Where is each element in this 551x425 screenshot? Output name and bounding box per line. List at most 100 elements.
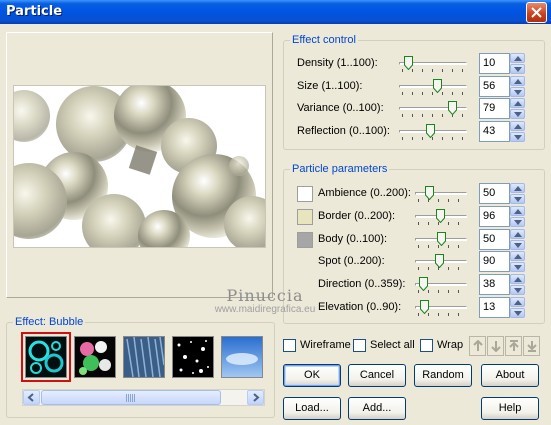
move-down-button[interactable] [487, 336, 504, 356]
elevation-down-button[interactable] [510, 308, 525, 318]
particle-dialog: Particle Effect control Density (1..100)… [0, 0, 551, 425]
variance-value[interactable]: 79 [479, 98, 510, 119]
variance-up-button[interactable] [510, 98, 525, 108]
body-up-button[interactable] [510, 229, 525, 239]
spot-value[interactable]: 90 [479, 251, 510, 272]
reflection-up-button[interactable] [510, 121, 525, 131]
effect-group-title: Effect: Bubble [13, 316, 86, 328]
wireframe-checkbox[interactable]: Wireframe [283, 338, 353, 354]
size-value[interactable]: 56 [479, 76, 510, 97]
reflection-label: Reflection (0..100): [297, 125, 390, 137]
direction-down-button[interactable] [510, 285, 525, 295]
spot-spinbox[interactable]: 90 [479, 251, 525, 272]
ambience-spinbox[interactable]: 50 [479, 183, 525, 204]
title-bar[interactable]: Particle [0, 0, 551, 24]
border-up-button[interactable] [510, 206, 525, 216]
reflection-slider[interactable] [399, 124, 467, 140]
direction-value[interactable]: 38 [479, 274, 510, 295]
ok-button[interactable]: OK [283, 364, 341, 387]
move-top-button[interactable] [505, 336, 522, 356]
watermark: Pinuccia www.maidiregrafica.eu [185, 286, 345, 315]
size-slider[interactable] [399, 79, 467, 95]
density-up-button[interactable] [510, 53, 525, 63]
density-spinbox[interactable]: 10 [479, 53, 525, 74]
body-slider[interactable] [415, 232, 467, 248]
direction-spinbox[interactable]: 38 [479, 274, 525, 295]
effect-thumb-bubble[interactable] [21, 332, 71, 382]
border-value[interactable]: 96 [479, 206, 510, 227]
border-down-button[interactable] [510, 217, 525, 227]
help-button[interactable]: Help [481, 397, 539, 420]
wireframe-label: Wireframe [300, 339, 351, 351]
slider-thumb-icon[interactable] [404, 56, 413, 70]
body-spinbox[interactable]: 50 [479, 229, 525, 250]
size-up-button[interactable] [510, 76, 525, 86]
reflection-value[interactable]: 43 [479, 121, 510, 142]
variance-down-button[interactable] [510, 109, 525, 119]
spot-slider[interactable] [415, 254, 467, 270]
effect-thumb-rain[interactable] [123, 336, 165, 378]
wrap-checkbox[interactable]: Wrap [420, 338, 468, 354]
arrow-down-icon [514, 112, 522, 117]
variance-spinbox[interactable]: 79 [479, 98, 525, 119]
scroll-left-button[interactable] [23, 390, 40, 405]
move-bottom-button[interactable] [523, 336, 540, 356]
effect-scrollbar[interactable] [22, 389, 265, 406]
body-label: Body (0..100): [318, 233, 388, 245]
effect-thumb-sky[interactable] [221, 336, 263, 378]
cancel-button[interactable]: Cancel [348, 364, 406, 387]
move-up-button[interactable] [469, 336, 486, 356]
elevation-up-button[interactable] [510, 297, 525, 307]
slider-thumb-icon[interactable] [437, 232, 446, 246]
direction-slider[interactable] [415, 277, 467, 293]
slider-thumb-icon[interactable] [425, 186, 434, 200]
direction-up-button[interactable] [510, 274, 525, 284]
scroll-thumb[interactable] [41, 390, 221, 405]
elevation-spinbox[interactable]: 13 [479, 297, 525, 318]
arrow-up-icon [514, 79, 522, 84]
close-button[interactable] [526, 2, 547, 23]
spot-down-button[interactable] [510, 262, 525, 272]
border-spinbox[interactable]: 96 [479, 206, 525, 227]
variance-slider[interactable] [399, 101, 467, 117]
about-button[interactable]: About [481, 364, 539, 387]
ambience-color-swatch[interactable] [297, 186, 313, 202]
effect-thumb-stars[interactable] [172, 336, 214, 378]
ambience-up-button[interactable] [510, 183, 525, 193]
size-spinbox[interactable]: 56 [479, 76, 525, 97]
density-down-button[interactable] [510, 64, 525, 74]
elevation-slider[interactable] [415, 300, 467, 316]
border-slider[interactable] [415, 209, 467, 225]
border-color-swatch[interactable] [297, 209, 313, 225]
add-button[interactable]: Add... [348, 397, 406, 420]
body-down-button[interactable] [510, 240, 525, 250]
ambience-label: Ambience (0..200): [318, 187, 411, 199]
slider-thumb-icon[interactable] [448, 101, 457, 115]
random-button[interactable]: Random [414, 364, 472, 387]
slider-thumb-icon[interactable] [426, 124, 435, 138]
spot-row: Spot (0..200): 90 [297, 251, 527, 273]
size-down-button[interactable] [510, 87, 525, 97]
slider-thumb-icon[interactable] [433, 79, 442, 93]
elevation-value[interactable]: 13 [479, 297, 510, 318]
slider-thumb-icon[interactable] [435, 254, 444, 268]
effect-thumb-spheres[interactable] [74, 336, 116, 378]
spot-up-button[interactable] [510, 251, 525, 261]
select-all-checkbox[interactable]: Select all [353, 338, 419, 354]
ambience-down-button[interactable] [510, 194, 525, 204]
reflection-down-button[interactable] [510, 132, 525, 142]
slider-thumb-icon[interactable] [419, 277, 428, 291]
body-value[interactable]: 50 [479, 229, 510, 250]
slider-thumb-icon[interactable] [420, 300, 429, 314]
ambience-value[interactable]: 50 [479, 183, 510, 204]
density-value[interactable]: 10 [479, 53, 510, 74]
spot-label: Spot (0..200): [318, 255, 385, 267]
body-color-swatch[interactable] [297, 232, 313, 248]
scroll-right-button[interactable] [247, 390, 264, 405]
density-slider[interactable] [399, 56, 467, 72]
reflection-spinbox[interactable]: 43 [479, 121, 525, 142]
window-title: Particle [6, 4, 63, 19]
slider-thumb-icon[interactable] [436, 209, 445, 223]
ambience-slider[interactable] [415, 186, 467, 202]
load-button[interactable]: Load... [283, 397, 341, 420]
